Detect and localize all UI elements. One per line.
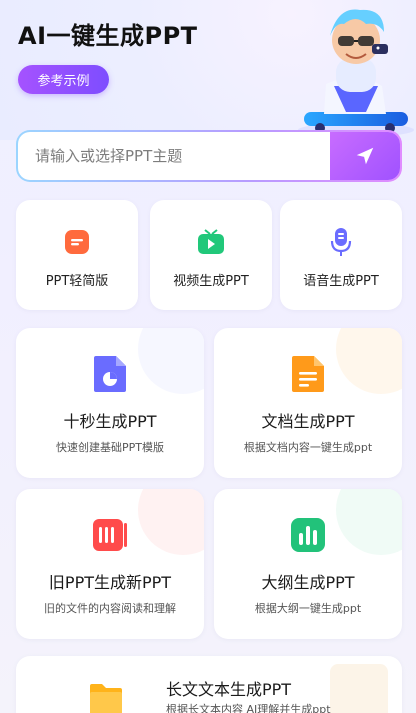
send-button[interactable] xyxy=(330,132,400,180)
card-subtitle: 根据文档内容一键生成ppt xyxy=(243,441,373,454)
card-subtitle: 根据大纲一键生成ppt xyxy=(254,602,362,615)
search-container xyxy=(18,132,400,180)
card-quick-ppt[interactable]: 十秒生成PPT 快速创建基础PPT模版 xyxy=(16,328,204,478)
example-button[interactable]: 参考示例 xyxy=(18,65,109,94)
tool-label: PPT轻简版 xyxy=(45,274,109,289)
card-title: 旧PPT生成新PPT xyxy=(48,573,172,592)
card-title: 十秒生成PPT xyxy=(63,412,157,431)
card-decoration xyxy=(138,328,204,394)
card-title: 文档生成PPT xyxy=(261,412,355,431)
card-subtitle: 快速创建基础PPT模版 xyxy=(56,441,164,454)
tool-video-to-ppt[interactable]: 视频生成PPT xyxy=(150,200,272,310)
document-chart-icon xyxy=(94,356,126,392)
card-old-to-new-ppt[interactable]: 旧PPT生成新PPT 旧的文件的内容阅读和理解 xyxy=(16,489,204,639)
card-decoration xyxy=(336,328,402,394)
card-doc-to-ppt[interactable]: 文档生成PPT 根据文档内容一键生成ppt xyxy=(214,328,402,478)
topic-input[interactable] xyxy=(18,132,330,180)
card-subtitle: 根据长文本内容 AI理解并生成ppt xyxy=(166,703,331,713)
document-icon xyxy=(292,356,324,392)
microphone-icon xyxy=(327,228,355,256)
card-decoration xyxy=(138,489,204,555)
card-title: 大纲生成PPT xyxy=(261,573,355,592)
card-decoration xyxy=(336,489,402,555)
search-bar xyxy=(16,130,402,182)
mascot-illustration xyxy=(298,9,414,137)
card-longtext-to-ppt[interactable]: 长文文本生成PPT 根据长文本内容 AI理解并生成ppt xyxy=(16,656,402,713)
ppt-convert-icon xyxy=(93,519,127,551)
video-icon xyxy=(197,228,225,256)
ppt-icon xyxy=(63,228,91,256)
card-outline-to-ppt[interactable]: 大纲生成PPT 根据大纲一键生成ppt xyxy=(214,489,402,639)
tool-label: 语音生成PPT xyxy=(303,274,379,289)
card-subtitle: 旧的文件的内容阅读和理解 xyxy=(44,602,176,615)
send-icon xyxy=(356,147,374,165)
tool-voice-to-ppt[interactable]: 语音生成PPT xyxy=(280,200,402,310)
outline-chart-icon xyxy=(291,518,325,552)
card-title: 长文文本生成PPT xyxy=(166,680,292,699)
tool-ppt-lite[interactable]: PPT轻简版 xyxy=(16,200,138,310)
card-decoration xyxy=(330,664,388,713)
page-title: AI一键生成PPT xyxy=(18,22,198,50)
folder-icon xyxy=(90,684,122,713)
tool-label: 视频生成PPT xyxy=(173,274,249,289)
